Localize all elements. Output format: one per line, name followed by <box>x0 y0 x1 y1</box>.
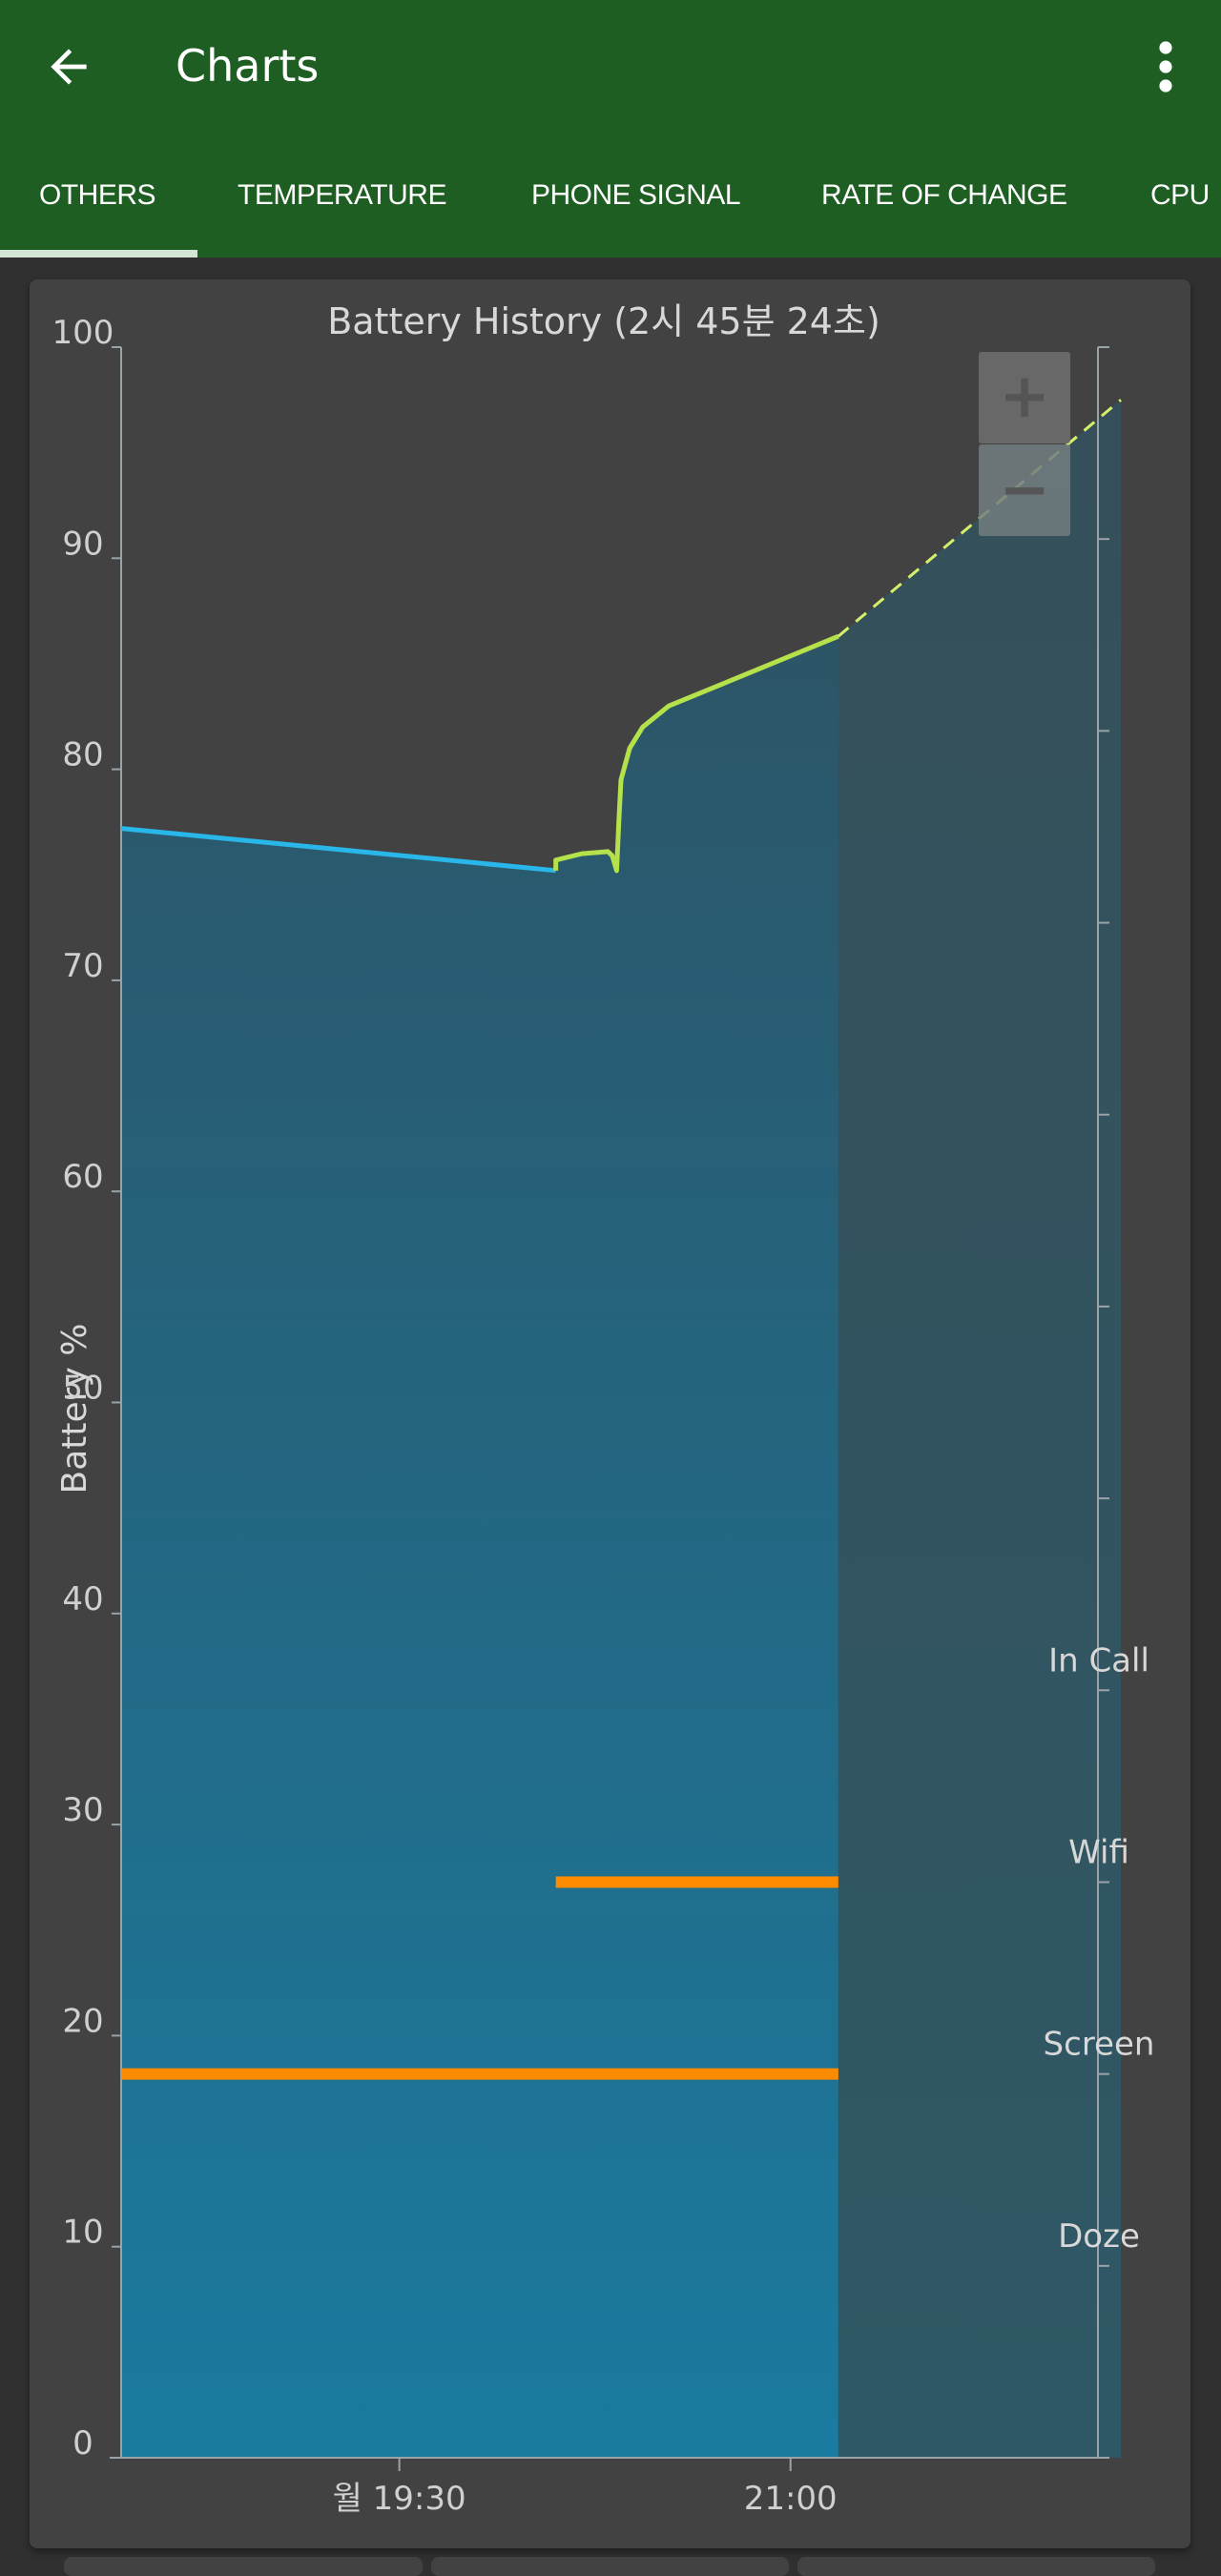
y-tick-label: 40 <box>62 1580 103 1618</box>
state-bar-screen <box>121 2068 838 2080</box>
y-tick-label: 0 <box>72 2424 93 2463</box>
y-tick-label: 90 <box>62 525 103 563</box>
y-axis-label: Battery % <box>55 1324 94 1494</box>
battery-history-chart[interactable]: Battery History (2시 45분 24초) Battery % I… <box>0 0 1221 2568</box>
y-tick-label: 10 <box>62 2214 103 2252</box>
y-tick-label: 80 <box>62 736 103 774</box>
state-label-in-call: In Call <box>1048 1641 1149 1680</box>
y-tick-label: 60 <box>62 1158 103 1196</box>
state-bar-wifi <box>555 1876 838 1888</box>
y-tick-label: 30 <box>62 1791 103 1829</box>
next-card-edge <box>431 2557 789 2576</box>
y-tick-label: 100 <box>52 314 114 352</box>
x-tick-label: 월 19:30 <box>333 2480 466 2518</box>
next-card-edge <box>797 2557 1155 2576</box>
predicted-area <box>838 400 1121 2459</box>
next-card-edge <box>64 2557 423 2576</box>
y-tick-label: 50 <box>62 1370 103 1408</box>
measured-area <box>121 636 838 2458</box>
y-tick-label: 20 <box>62 2002 103 2040</box>
state-label-doze: Doze <box>1058 2217 1140 2256</box>
y-tick-label: 70 <box>62 947 103 985</box>
state-label-screen: Screen <box>1044 2026 1155 2064</box>
state-label-wifi: Wifi <box>1068 1833 1129 1871</box>
zoom-out-icon: − <box>999 455 1050 526</box>
zoom-controls: + − <box>979 352 1070 536</box>
x-tick-label: 21:00 <box>744 2480 838 2518</box>
chart-title: Battery History (2시 45분 24초) <box>327 300 880 342</box>
zoom-in-icon: + <box>999 361 1050 432</box>
